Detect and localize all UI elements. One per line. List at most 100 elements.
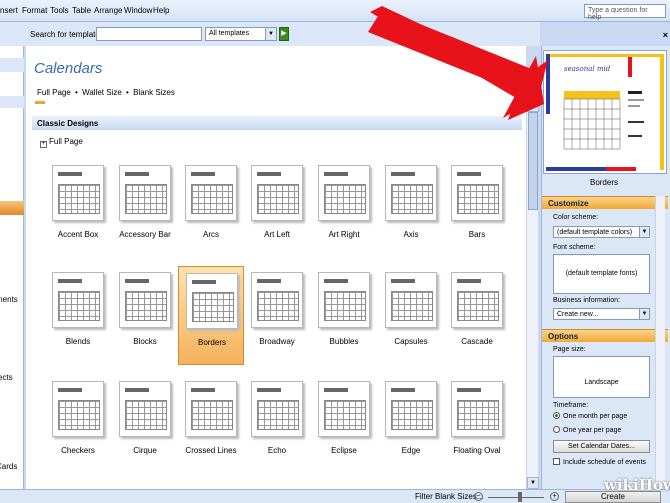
menu-window[interactable]: Window	[124, 6, 152, 15]
template-tile-edge[interactable]: Edge	[378, 375, 444, 474]
font-scheme-value[interactable]: (default template fonts)	[566, 270, 638, 277]
customize-section-title: Customize	[542, 196, 668, 209]
thumbnail-grid	[191, 184, 233, 214]
template-tile-borders[interactable]: Borders	[178, 266, 244, 365]
thumbnail-grid	[58, 184, 100, 214]
include-schedule-checkbox[interactable]: Include schedule of events	[553, 458, 646, 466]
close-icon[interactable]: ×	[663, 30, 668, 40]
timeframe-month-radio[interactable]: One month per page	[553, 412, 627, 420]
color-scheme-select[interactable]: (default template colors) ▼	[553, 226, 650, 238]
page-size-list[interactable]: Landscape	[553, 356, 650, 398]
template-tile-eclipse[interactable]: Eclipse	[311, 375, 377, 474]
menu-tools[interactable]: Tools	[50, 6, 69, 15]
template-thumbnail[interactable]	[385, 165, 437, 221]
template-thumbnail[interactable]	[185, 381, 237, 437]
template-tile-axis[interactable]: Axis	[378, 159, 444, 258]
size-blank-link[interactable]: Blank Sizes	[133, 88, 175, 97]
left-pane-selected-item[interactable]	[0, 201, 24, 215]
template-thumbnail[interactable]	[385, 272, 437, 328]
template-tile-blocks[interactable]: Blocks	[112, 266, 178, 365]
template-thumbnail[interactable]	[451, 165, 503, 221]
template-tile-bars[interactable]: Bars	[444, 159, 510, 258]
template-tile-arcs[interactable]: Arcs	[178, 159, 244, 258]
template-tile-art-right[interactable]: Art Right	[311, 159, 377, 258]
scroll-up-icon[interactable]: ▲	[527, 100, 539, 112]
menu-arrange[interactable]: Arrange	[94, 6, 122, 15]
template-tile-bubbles[interactable]: Bubbles	[311, 266, 377, 365]
template-tile-cascade[interactable]: Cascade	[444, 266, 510, 365]
template-tile-cirque[interactable]: Cirque	[112, 375, 178, 474]
size-wallet-link[interactable]: Wallet Size	[82, 88, 122, 97]
zoom-out-icon[interactable]: −	[474, 492, 483, 501]
thumbnail-grid	[192, 292, 234, 322]
template-thumbnail[interactable]	[52, 381, 104, 437]
thumbnail-heading	[457, 172, 481, 176]
thumbnail-grid	[257, 184, 299, 214]
template-thumbnail[interactable]	[318, 165, 370, 221]
help-search-input[interactable]: Type a question for help	[584, 4, 666, 21]
page-size-value[interactable]: Landscape	[584, 379, 618, 386]
template-tile-broadway[interactable]: Broadway	[244, 266, 310, 365]
template-tile-blends[interactable]: Blends	[45, 266, 111, 365]
templates-dropdown[interactable]: All templates ▼	[205, 27, 277, 41]
size-full-page-link[interactable]: Full Page	[37, 88, 71, 97]
include-schedule-label: Include schedule of events	[563, 459, 646, 466]
gallery-scrollbar[interactable]: ▲ ▼	[526, 100, 539, 489]
template-thumbnail[interactable]	[186, 273, 238, 329]
thumbnail-heading	[457, 279, 481, 283]
radio-selected-icon[interactable]	[553, 412, 560, 419]
scroll-thumb[interactable]	[528, 112, 538, 210]
set-calendar-dates-button[interactable]: Set Calendar Dates...	[553, 440, 650, 453]
template-thumbnail[interactable]	[119, 272, 171, 328]
template-thumbnail[interactable]	[251, 165, 303, 221]
search-input[interactable]	[96, 27, 202, 41]
menu-format[interactable]: Format	[22, 6, 47, 15]
template-tile-floating-oval[interactable]: Floating Oval	[444, 375, 510, 474]
radio-unselected-icon[interactable]	[553, 426, 560, 433]
group-header[interactable]: + Full Page	[40, 137, 83, 148]
checkbox-icon[interactable]	[553, 458, 560, 465]
left-item-publications[interactable]: ments	[0, 295, 18, 304]
template-thumbnail[interactable]	[52, 272, 104, 328]
template-thumbnail[interactable]	[119, 165, 171, 221]
template-tile-accent-box[interactable]: Accent Box	[45, 159, 111, 258]
template-tile-crossed-lines[interactable]: Crossed Lines	[178, 375, 244, 474]
chevron-down-icon[interactable]: ▼	[265, 28, 276, 40]
template-tile-capsules[interactable]: Capsules	[378, 266, 444, 365]
timeframe-label: Timeframe:	[553, 402, 589, 409]
template-thumbnail[interactable]	[385, 381, 437, 437]
menu-insert[interactable]: nsert	[0, 6, 18, 15]
menu-help[interactable]: Help	[153, 6, 169, 15]
left-item-cards[interactable]: Cards	[0, 462, 17, 471]
zoom-slider-handle[interactable]	[518, 492, 522, 502]
chevron-down-icon[interactable]: ▼	[639, 227, 649, 237]
search-go-button[interactable]: ▶	[279, 27, 289, 41]
template-thumbnail[interactable]	[451, 381, 503, 437]
template-tile-echo[interactable]: Echo	[244, 375, 310, 474]
thumbnail-grid	[324, 184, 366, 214]
zoom-slider[interactable]	[488, 497, 544, 498]
template-thumbnail[interactable]	[318, 381, 370, 437]
template-thumbnail[interactable]	[119, 381, 171, 437]
business-info-select[interactable]: Create new... ▼	[553, 308, 650, 320]
template-thumbnail[interactable]	[251, 381, 303, 437]
timeframe-year-radio[interactable]: One year per page	[553, 426, 621, 434]
template-thumbnail[interactable]	[52, 165, 104, 221]
menu-table[interactable]: Table	[72, 6, 91, 15]
chevron-down-icon[interactable]: ▼	[639, 309, 649, 319]
template-tile-checkers[interactable]: Checkers	[45, 375, 111, 474]
menu-bar: nsert Format Tools Table Arrange Window …	[0, 0, 670, 22]
font-scheme-list[interactable]: (default template fonts)	[553, 254, 650, 294]
zoom-in-icon[interactable]: +	[550, 492, 559, 501]
scroll-down-icon[interactable]: ▼	[527, 477, 539, 489]
left-item-projects[interactable]: ects	[0, 373, 13, 382]
template-thumbnail[interactable]	[185, 165, 237, 221]
template-thumbnail[interactable]	[451, 272, 503, 328]
customize-scrollbar[interactable]	[655, 196, 665, 486]
expand-icon[interactable]: +	[40, 141, 47, 148]
template-tile-art-left[interactable]: Art Left	[244, 159, 310, 258]
template-tile-accessory-bar[interactable]: Accessory Bar	[112, 159, 178, 258]
template-thumbnail[interactable]	[251, 272, 303, 328]
borders-preview-image: seasonal mid	[546, 54, 664, 171]
template-thumbnail[interactable]	[318, 272, 370, 328]
